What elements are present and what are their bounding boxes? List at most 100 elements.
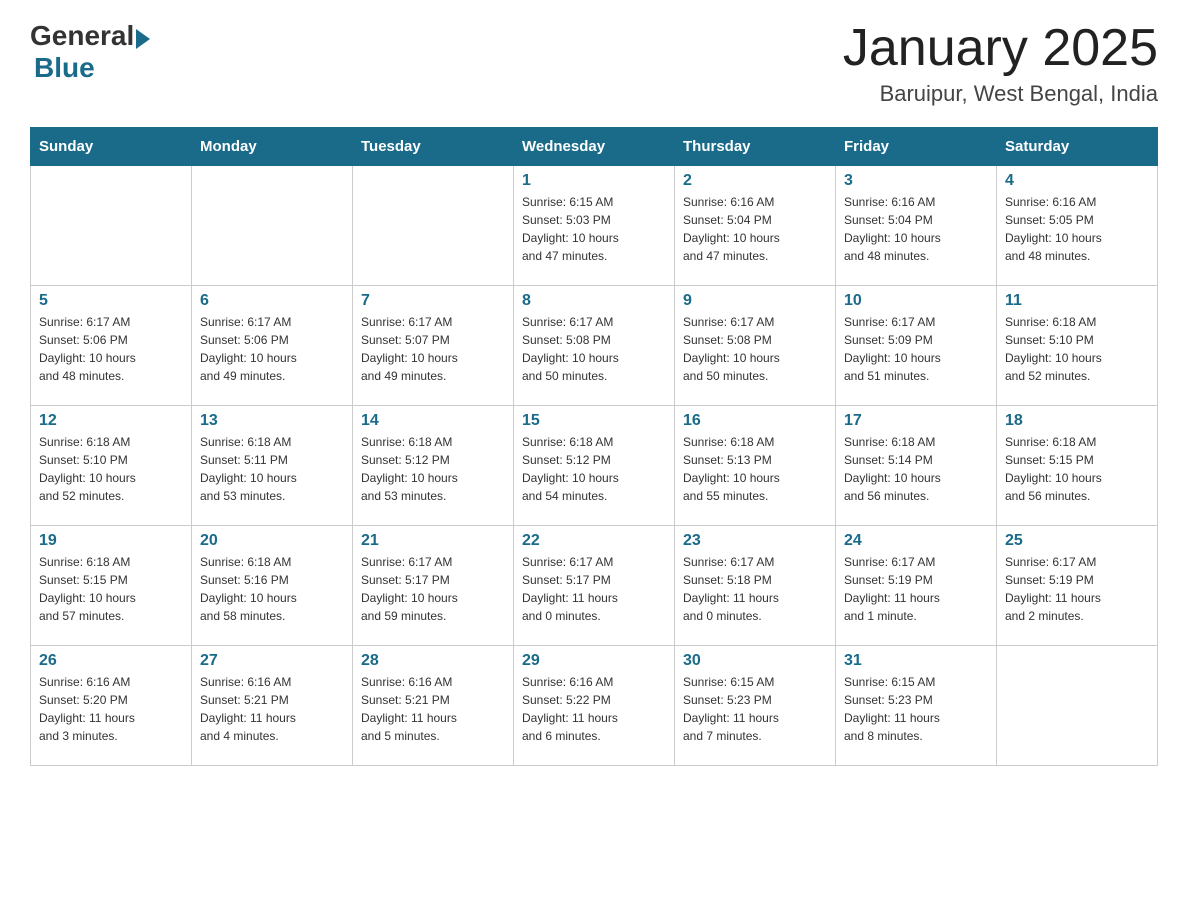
day-number: 26 [39, 652, 183, 670]
day-info: Sunrise: 6:17 AM Sunset: 5:07 PM Dayligh… [361, 313, 505, 385]
calendar-cell: 29 Sunrise: 6:16 AM Sunset: 5:22 PM Dayli… [514, 646, 675, 766]
calendar-cell [192, 166, 353, 286]
calendar-header-row: SundayMondayTuesdayWednesdayThursdayFrid… [31, 128, 1158, 166]
day-number: 22 [522, 532, 666, 550]
calendar-cell [997, 646, 1158, 766]
day-info: Sunrise: 6:16 AM Sunset: 5:04 PM Dayligh… [683, 193, 827, 265]
day-info: Sunrise: 6:16 AM Sunset: 5:20 PM Dayligh… [39, 673, 183, 745]
logo: General Blue [30, 20, 150, 84]
calendar-cell: 23Sunrise: 6:17 AM Sunset: 5:18 PM Dayli… [675, 526, 836, 646]
day-number: 24 [844, 532, 988, 550]
calendar-cell: 7 Sunrise: 6:17 AM Sunset: 5:07 PM Daylig… [353, 286, 514, 406]
logo-arrow-icon [136, 29, 150, 49]
calendar-cell: 18Sunrise: 6:18 AM Sunset: 5:15 PM Dayli… [997, 406, 1158, 526]
calendar-cell: 21 Sunrise: 6:17 AM Sunset: 5:17 PM Dayli… [353, 526, 514, 646]
day-info: Sunrise: 6:17 AM Sunset: 5:06 PM Dayligh… [200, 313, 344, 385]
col-header-tuesday: Tuesday [353, 128, 514, 166]
day-number: 31 [844, 652, 988, 670]
day-info: Sunrise: 6:17 AM Sunset: 5:09 PM Dayligh… [844, 313, 988, 385]
calendar-cell: 13Sunrise: 6:18 AM Sunset: 5:11 PM Dayli… [192, 406, 353, 526]
day-info: Sunrise: 6:17 AM Sunset: 5:06 PM Dayligh… [39, 313, 183, 385]
day-info: Sunrise: 6:16 AM Sunset: 5:05 PM Dayligh… [1005, 193, 1149, 265]
calendar-cell: 17 Sunrise: 6:18 AM Sunset: 5:14 PM Dayli… [836, 406, 997, 526]
day-info: Sunrise: 6:15 AM Sunset: 5:23 PM Dayligh… [844, 673, 988, 745]
day-number: 30 [683, 652, 827, 670]
calendar-week-row: 12 Sunrise: 6:18 AM Sunset: 5:10 PM Dayli… [31, 406, 1158, 526]
day-number: 18 [1005, 412, 1149, 430]
calendar-cell: 5 Sunrise: 6:17 AM Sunset: 5:06 PM Daylig… [31, 286, 192, 406]
col-header-monday: Monday [192, 128, 353, 166]
day-number: 12 [39, 412, 183, 430]
col-header-thursday: Thursday [675, 128, 836, 166]
page-header: General Blue January 2025 Baruipur, West… [30, 20, 1158, 107]
calendar-week-row: 1 Sunrise: 6:15 AM Sunset: 5:03 PM Daylig… [31, 166, 1158, 286]
day-number: 27 [200, 652, 344, 670]
day-info: Sunrise: 6:16 AM Sunset: 5:21 PM Dayligh… [361, 673, 505, 745]
day-number: 21 [361, 532, 505, 550]
day-info: Sunrise: 6:18 AM Sunset: 5:12 PM Dayligh… [361, 433, 505, 505]
calendar-cell: 19 Sunrise: 6:18 AM Sunset: 5:15 PM Dayli… [31, 526, 192, 646]
day-info: Sunrise: 6:17 AM Sunset: 5:19 PM Dayligh… [844, 553, 988, 625]
calendar-cell: 6 Sunrise: 6:17 AM Sunset: 5:06 PM Daylig… [192, 286, 353, 406]
calendar-table: SundayMondayTuesdayWednesdayThursdayFrid… [30, 127, 1158, 766]
calendar-cell: 8 Sunrise: 6:17 AM Sunset: 5:08 PM Daylig… [514, 286, 675, 406]
col-header-friday: Friday [836, 128, 997, 166]
calendar-cell: 12 Sunrise: 6:18 AM Sunset: 5:10 PM Dayli… [31, 406, 192, 526]
day-number: 1 [522, 172, 666, 190]
day-number: 6 [200, 292, 344, 310]
day-number: 4 [1005, 172, 1149, 190]
day-info: Sunrise: 6:18 AM Sunset: 5:13 PM Dayligh… [683, 433, 827, 505]
day-info: Sunrise: 6:15 AM Sunset: 5:23 PM Dayligh… [683, 673, 827, 745]
day-number: 10 [844, 292, 988, 310]
day-info: Sunrise: 6:17 AM Sunset: 5:08 PM Dayligh… [522, 313, 666, 385]
col-header-sunday: Sunday [31, 128, 192, 166]
calendar-cell: 20 Sunrise: 6:18 AM Sunset: 5:16 PM Dayli… [192, 526, 353, 646]
day-number: 19 [39, 532, 183, 550]
day-info: Sunrise: 6:18 AM Sunset: 5:16 PM Dayligh… [200, 553, 344, 625]
day-info: Sunrise: 6:18 AM Sunset: 5:10 PM Dayligh… [39, 433, 183, 505]
calendar-cell: 3Sunrise: 6:16 AM Sunset: 5:04 PM Daylig… [836, 166, 997, 286]
calendar-cell [31, 166, 192, 286]
day-number: 20 [200, 532, 344, 550]
calendar-cell: 30 Sunrise: 6:15 AM Sunset: 5:23 PM Dayli… [675, 646, 836, 766]
calendar-cell: 31 Sunrise: 6:15 AM Sunset: 5:23 PM Dayli… [836, 646, 997, 766]
calendar-cell: 4 Sunrise: 6:16 AM Sunset: 5:05 PM Daylig… [997, 166, 1158, 286]
day-info: Sunrise: 6:17 AM Sunset: 5:17 PM Dayligh… [361, 553, 505, 625]
logo-blue-text: Blue [34, 52, 150, 84]
day-info: Sunrise: 6:18 AM Sunset: 5:15 PM Dayligh… [39, 553, 183, 625]
calendar-cell [353, 166, 514, 286]
day-info: Sunrise: 6:18 AM Sunset: 5:10 PM Dayligh… [1005, 313, 1149, 385]
day-info: Sunrise: 6:17 AM Sunset: 5:08 PM Dayligh… [683, 313, 827, 385]
calendar-cell: 10 Sunrise: 6:17 AM Sunset: 5:09 PM Dayli… [836, 286, 997, 406]
day-info: Sunrise: 6:17 AM Sunset: 5:17 PM Dayligh… [522, 553, 666, 625]
day-info: Sunrise: 6:17 AM Sunset: 5:18 PM Dayligh… [683, 553, 827, 625]
calendar-week-row: 26 Sunrise: 6:16 AM Sunset: 5:20 PM Dayli… [31, 646, 1158, 766]
day-number: 5 [39, 292, 183, 310]
day-number: 14 [361, 412, 505, 430]
day-number: 17 [844, 412, 988, 430]
col-header-wednesday: Wednesday [514, 128, 675, 166]
day-number: 8 [522, 292, 666, 310]
day-number: 7 [361, 292, 505, 310]
calendar-cell: 28Sunrise: 6:16 AM Sunset: 5:21 PM Dayli… [353, 646, 514, 766]
day-info: Sunrise: 6:15 AM Sunset: 5:03 PM Dayligh… [522, 193, 666, 265]
day-info: Sunrise: 6:16 AM Sunset: 5:22 PM Dayligh… [522, 673, 666, 745]
day-number: 2 [683, 172, 827, 190]
day-info: Sunrise: 6:18 AM Sunset: 5:12 PM Dayligh… [522, 433, 666, 505]
day-info: Sunrise: 6:16 AM Sunset: 5:21 PM Dayligh… [200, 673, 344, 745]
day-number: 29 [522, 652, 666, 670]
calendar-cell: 15 Sunrise: 6:18 AM Sunset: 5:12 PM Dayli… [514, 406, 675, 526]
calendar-cell: 25Sunrise: 6:17 AM Sunset: 5:19 PM Dayli… [997, 526, 1158, 646]
calendar-cell: 1 Sunrise: 6:15 AM Sunset: 5:03 PM Daylig… [514, 166, 675, 286]
calendar-week-row: 19 Sunrise: 6:18 AM Sunset: 5:15 PM Dayli… [31, 526, 1158, 646]
day-number: 15 [522, 412, 666, 430]
day-info: Sunrise: 6:17 AM Sunset: 5:19 PM Dayligh… [1005, 553, 1149, 625]
day-number: 16 [683, 412, 827, 430]
calendar-cell: 14 Sunrise: 6:18 AM Sunset: 5:12 PM Dayli… [353, 406, 514, 526]
title-area: January 2025 Baruipur, West Bengal, Indi… [843, 20, 1158, 107]
calendar-cell: 27 Sunrise: 6:16 AM Sunset: 5:21 PM Dayli… [192, 646, 353, 766]
col-header-saturday: Saturday [997, 128, 1158, 166]
day-info: Sunrise: 6:18 AM Sunset: 5:14 PM Dayligh… [844, 433, 988, 505]
day-number: 3 [844, 172, 988, 190]
month-title: January 2025 [843, 20, 1158, 77]
